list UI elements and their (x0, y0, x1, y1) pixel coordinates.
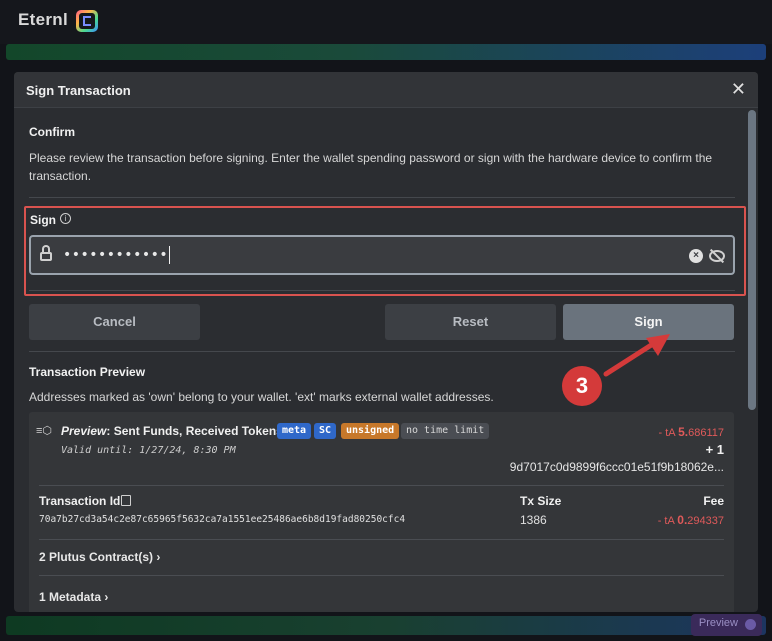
reset-button[interactable]: Reset (385, 304, 556, 340)
sign-label: Sign (30, 213, 56, 227)
dialog-title: Sign Transaction (26, 83, 131, 98)
divider (29, 197, 735, 198)
top-status-strip (6, 44, 766, 60)
confirm-heading: Confirm (29, 125, 75, 139)
badge-sc: SC (314, 423, 337, 439)
brand-name: Eternl (18, 10, 68, 29)
divider (39, 539, 724, 540)
password-value[interactable]: •••••••••••• (63, 246, 171, 264)
sent-amount: - tA 5.686117 (658, 425, 724, 439)
annotation-arrow-icon (603, 334, 670, 377)
close-icon[interactable]: ✕ (731, 80, 746, 98)
eternl-logo-icon (76, 10, 98, 32)
info-icon[interactable]: i (60, 213, 71, 224)
preview-text: Addresses marked as 'own' belong to your… (29, 390, 494, 404)
divider (29, 290, 735, 291)
dialog-header: Sign Transaction ✕ (14, 72, 758, 108)
valid-until: Valid until: 1/27/24, 8:30 PM (61, 445, 236, 456)
tx-id-label: Transaction Id (39, 494, 121, 508)
app-header: Eternl (0, 0, 772, 44)
tx-id-value[interactable]: 70a7b27cd3a54c2e87c65965f5632ca7a1551ee2… (39, 514, 405, 525)
metadata-toggle[interactable]: 1 Metadata › (39, 590, 108, 604)
clear-icon[interactable]: × (689, 249, 703, 263)
scrollbar-thumb[interactable] (748, 110, 756, 410)
preview-indicator[interactable]: Preview (690, 614, 762, 636)
chevron-right-icon: › (156, 550, 161, 564)
fee-label: Fee (703, 494, 724, 508)
chevron-right-icon: › (104, 590, 109, 604)
badge-unsigned: unsigned (341, 423, 400, 439)
tx-size-label: Tx Size (520, 494, 562, 508)
transaction-preview-card: ≡⬡ Preview: Sent Funds, Received Tokens … (29, 412, 734, 612)
tx-size-value: 1386 (520, 513, 547, 527)
transaction-type-icon: ≡⬡ (36, 425, 53, 437)
hide-password-icon[interactable] (709, 248, 725, 264)
transaction-summary: Preview: Sent Funds, Received Tokens (61, 424, 283, 438)
lock-icon (40, 245, 52, 261)
plutus-contracts-toggle[interactable]: 2 Plutus Contract(s) › (39, 550, 160, 564)
preview-heading: Transaction Preview (29, 365, 146, 379)
divider (39, 485, 724, 486)
confirm-text: Please review the transaction before sig… (29, 151, 713, 183)
badge-no-time-limit: no time limit (401, 423, 490, 439)
cancel-button[interactable]: Cancel (29, 304, 200, 340)
badge-meta: meta (277, 423, 312, 439)
token-id[interactable]: 9d7017c0d9899f6ccc01e51f9b18062e... (510, 460, 724, 474)
received-token-count: + 1 (705, 442, 724, 457)
fee-value: - tA 0.294337 (657, 513, 724, 527)
password-input[interactable]: •••••••••••• × (29, 235, 735, 275)
copy-icon[interactable] (121, 495, 131, 506)
scrollbar[interactable] (748, 110, 756, 610)
status-dot-icon (745, 619, 756, 630)
bottom-status-strip (6, 616, 766, 635)
divider (39, 575, 724, 576)
step-marker: 3 (562, 366, 602, 406)
